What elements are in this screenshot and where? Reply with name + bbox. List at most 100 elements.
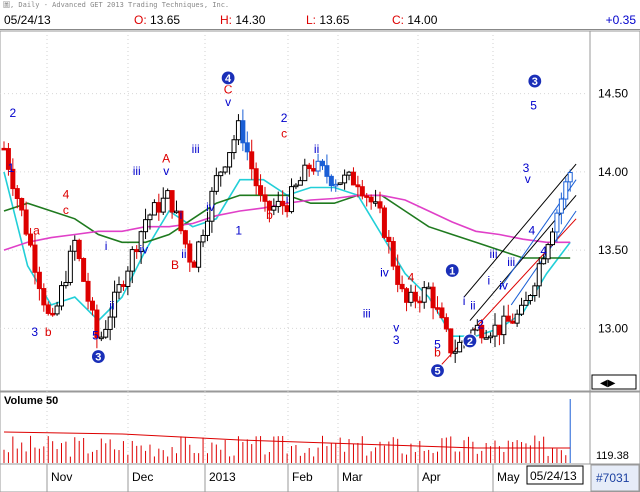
wave-label: 1	[8, 161, 15, 175]
price-bar-body	[204, 220, 210, 236]
price-bar-body	[67, 250, 73, 283]
wave-label: 1	[235, 223, 242, 237]
price-bar-body	[319, 160, 325, 167]
price-bar-body	[359, 186, 365, 197]
price-bar-body	[116, 284, 122, 293]
price-bar-body	[519, 304, 525, 315]
price-bar-body	[337, 182, 343, 185]
price-bar-body	[151, 202, 157, 216]
wave-label: c	[63, 203, 69, 217]
price-bar-body	[14, 188, 20, 199]
price-bar-body	[262, 194, 268, 202]
price-bar-body	[426, 286, 432, 290]
price-bar-body	[417, 300, 423, 304]
wave-label: b	[45, 325, 52, 339]
circled-wave-label: 3	[532, 76, 538, 88]
price-bar-body	[457, 341, 463, 353]
y-tick-label: 13.00	[598, 321, 628, 335]
wave-label: a	[33, 223, 40, 237]
wave-label: iv	[499, 278, 508, 292]
wave-label: iii	[490, 247, 498, 261]
price-bar-body	[182, 230, 188, 245]
price-bar-body	[554, 212, 560, 233]
wave-label: v	[163, 164, 169, 178]
price-bar-body	[346, 171, 352, 176]
price-bar-body	[452, 351, 458, 354]
wave-label: ii	[109, 299, 114, 313]
price-bar-body	[293, 184, 299, 188]
price-bar-body	[496, 324, 502, 336]
y-tick-label: 13.50	[598, 243, 628, 257]
price-bar-body	[443, 317, 449, 330]
price-bar-body	[28, 233, 34, 246]
price-bar-body	[32, 244, 38, 273]
price-chart[interactable]: 21a4c3 b 5iiiiiiivAviiiBiiiivCv1b2ciiiiiii…	[0, 0, 640, 492]
price-bar-body	[191, 261, 197, 268]
price-bar-body	[527, 295, 533, 302]
price-bar-body	[395, 265, 401, 285]
x-tick-label: Feb	[292, 470, 313, 484]
y-tick-label: 14.50	[598, 87, 628, 101]
price-bar-body	[421, 287, 427, 303]
price-bar-body	[386, 236, 392, 243]
price-bar-body	[324, 165, 330, 177]
wave-label: iii	[192, 142, 200, 156]
wave-label: i	[463, 294, 466, 308]
x-tick-label: Apr	[422, 470, 441, 484]
wave-label: i	[286, 192, 289, 206]
price-bar-body	[244, 142, 250, 153]
wave-label: 5	[530, 98, 537, 112]
wave-label: 4	[529, 223, 536, 237]
wave-label: B	[171, 258, 179, 272]
wave-label: iii	[507, 255, 515, 269]
price-bar-body	[390, 241, 396, 267]
price-bar-body	[280, 200, 286, 207]
price-bar-body	[381, 207, 387, 238]
wave-label: iv	[206, 200, 215, 214]
price-bar-body	[439, 307, 445, 319]
price-bar-body	[284, 205, 290, 213]
x-tick-label: Dec	[132, 470, 153, 484]
price-bar-body	[306, 164, 312, 170]
price-bar-body	[412, 291, 418, 302]
wave-label: 2	[281, 111, 288, 125]
price-bar-body	[156, 202, 162, 213]
price-bar-body	[523, 300, 529, 306]
x-tick-label: Mar	[342, 470, 363, 484]
price-bar-body	[147, 214, 153, 221]
scroll-arrows-icon[interactable]: ◀▶	[600, 378, 616, 389]
wave-label: b	[266, 208, 273, 222]
cursor-date: 05/24/13	[530, 469, 577, 483]
wave-label: ii	[181, 247, 186, 261]
price-bar-body	[258, 185, 264, 196]
price-bar-body	[488, 335, 494, 339]
price-bar-body	[169, 190, 175, 213]
price-bar-body	[45, 304, 51, 314]
price-bar-body	[59, 285, 65, 307]
price-bar-body	[408, 291, 414, 303]
price-bar-body	[200, 234, 206, 243]
price-bar-body	[567, 172, 573, 183]
price-bar-body	[342, 174, 348, 184]
price-bar-body	[510, 320, 516, 324]
price-bar-body	[134, 249, 140, 253]
price-bar-body	[85, 280, 91, 302]
price-axis-panel	[589, 30, 640, 392]
wave-label: v	[525, 172, 531, 186]
price-bar-body	[36, 271, 42, 290]
price-bar-body	[41, 288, 47, 306]
price-bar-body	[1, 147, 7, 151]
price-bar-body	[125, 270, 131, 287]
price-bar-body	[23, 209, 29, 235]
price-bar-body	[328, 175, 334, 187]
price-bar-body	[275, 200, 281, 208]
circled-wave-label: 4	[225, 73, 232, 85]
circled-wave-label: 5	[434, 366, 440, 378]
wave-label: 5	[92, 328, 99, 342]
wave-label: i	[105, 239, 108, 253]
price-bar-body	[50, 312, 56, 316]
price-bar-body	[430, 286, 436, 309]
wave-label: b	[434, 346, 441, 360]
price-bar-body	[558, 198, 564, 214]
price-bar-body	[143, 219, 149, 233]
